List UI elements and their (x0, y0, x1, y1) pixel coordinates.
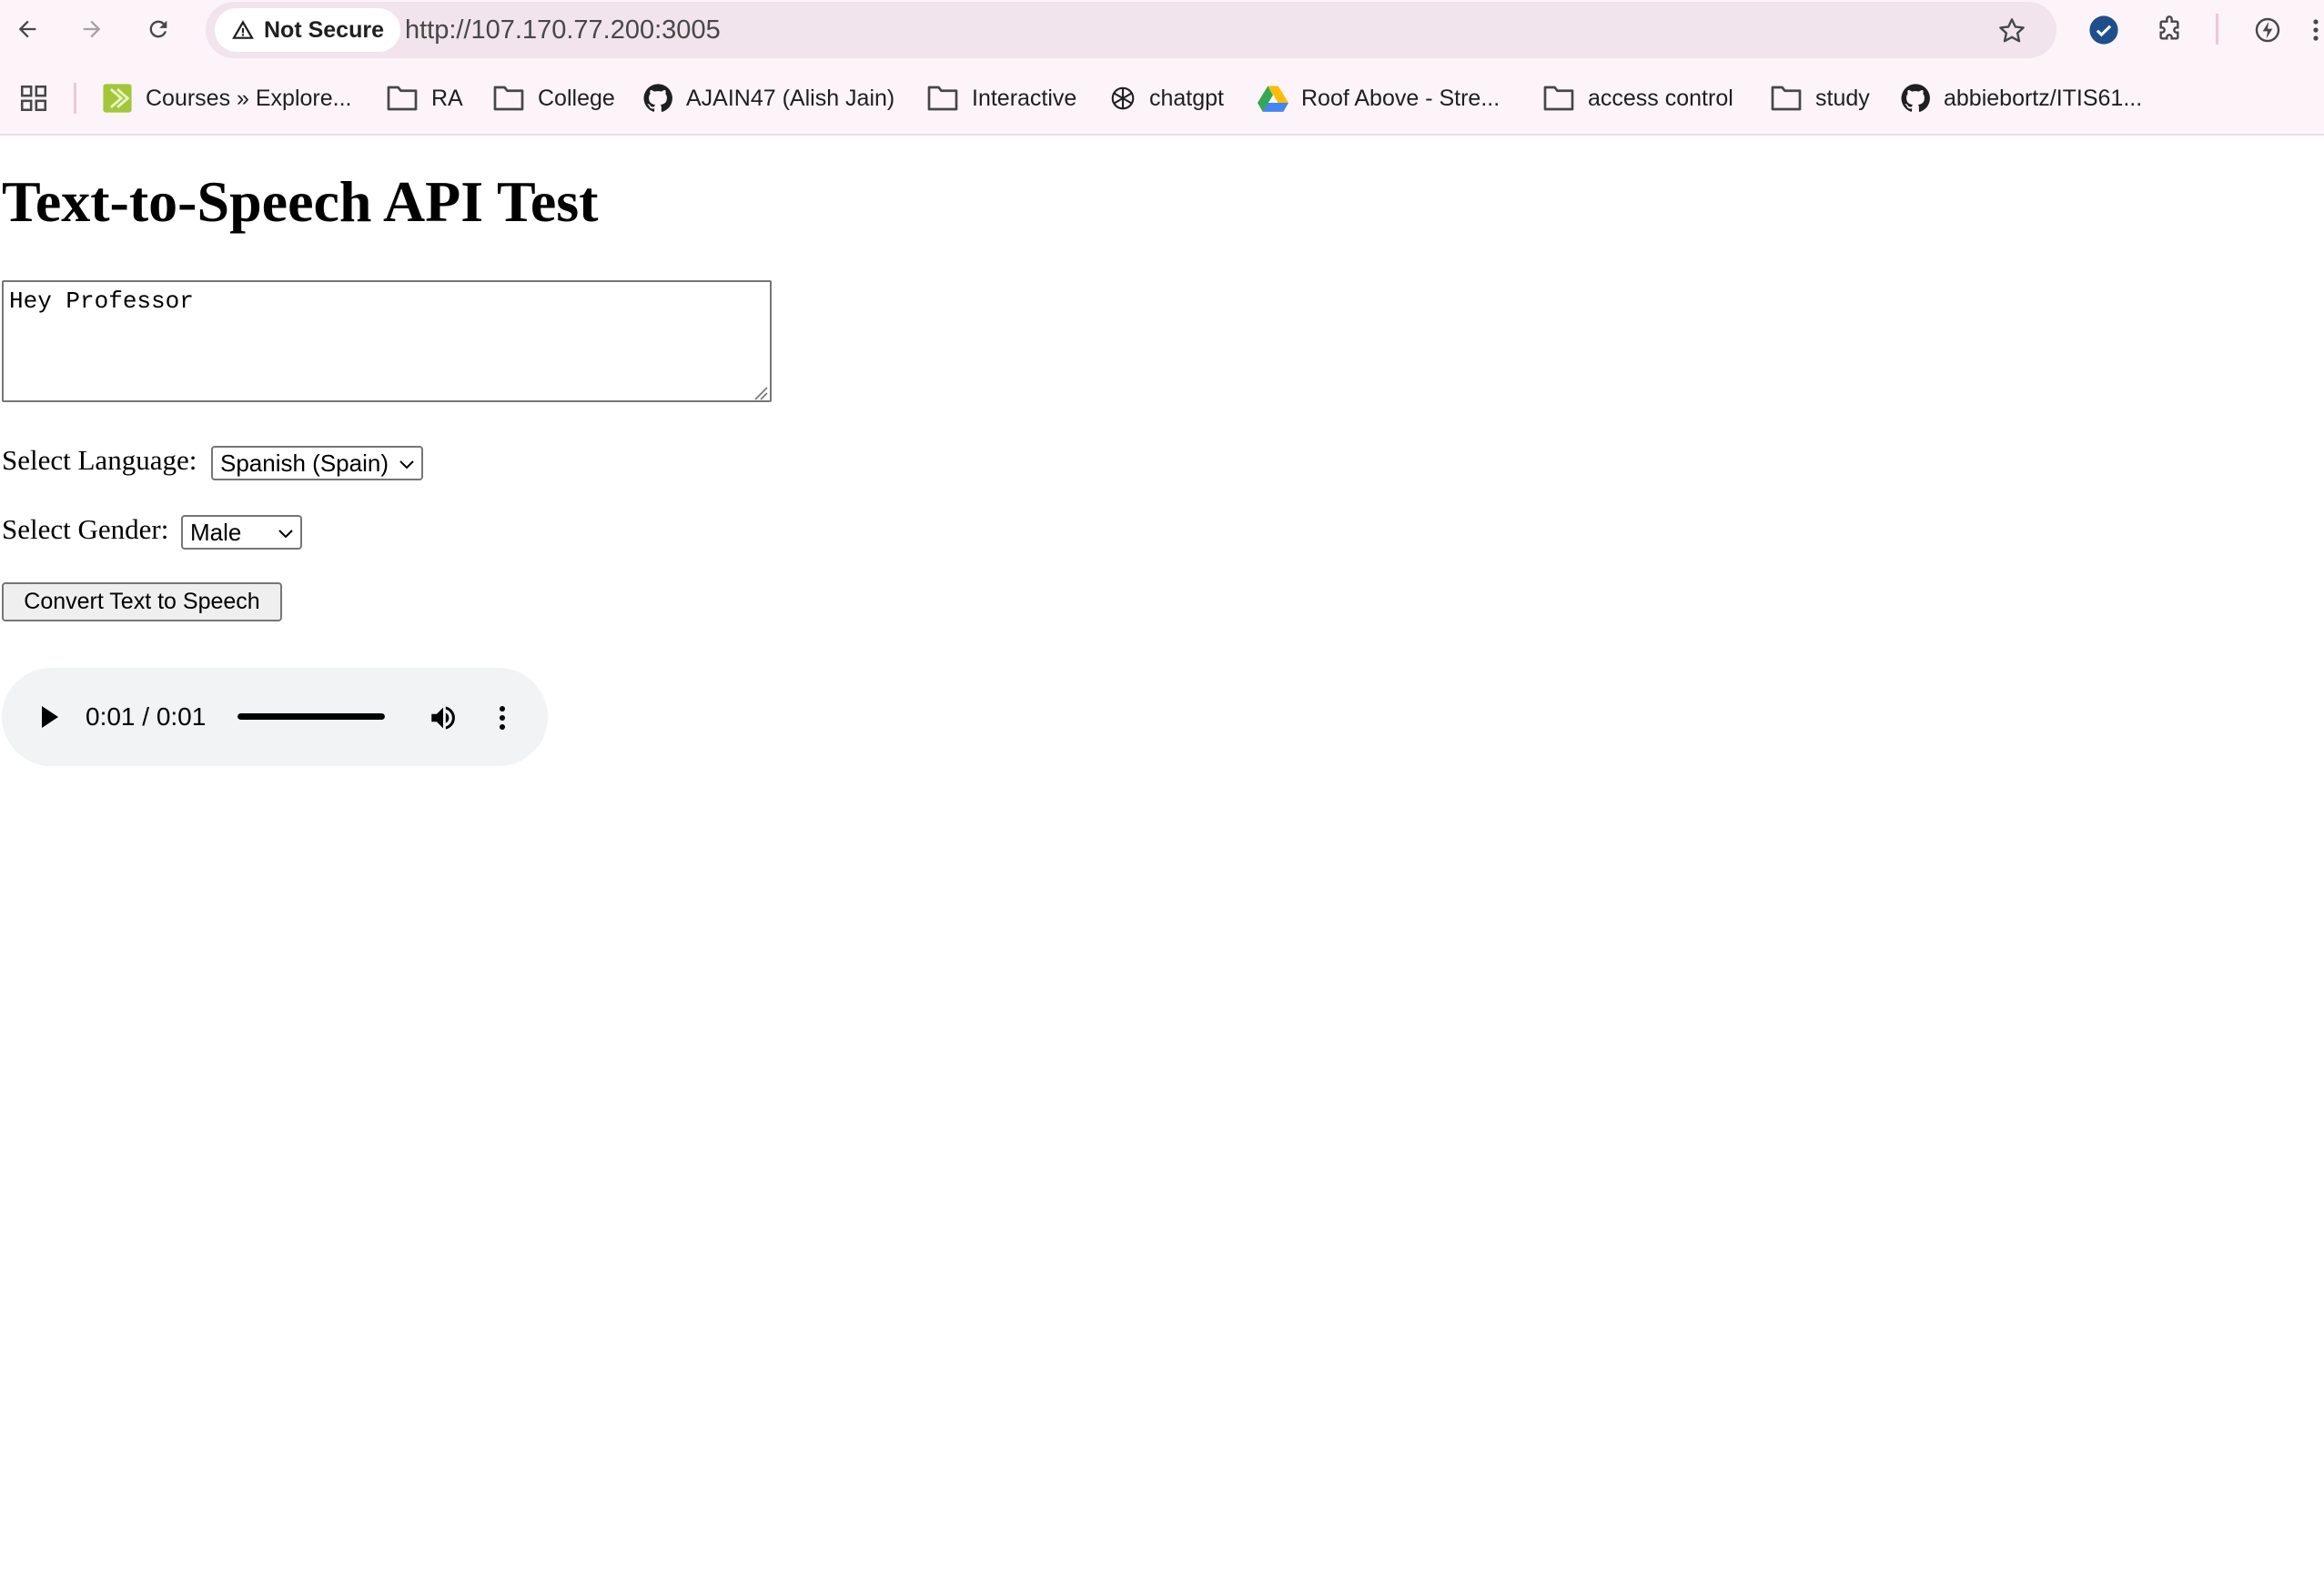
github-icon (643, 84, 672, 112)
play-icon (42, 706, 58, 728)
bookmark-label: chatgpt (1149, 85, 1225, 111)
warning-icon (232, 20, 254, 39)
bookmark-label: College (538, 85, 615, 111)
more-vertical-icon (500, 706, 505, 730)
url-text[interactable]: http://107.170.77.200:3005 (405, 15, 721, 45)
gender-label: Select Gender: (2, 513, 169, 545)
security-chip[interactable]: Not Secure (215, 8, 400, 52)
audio-progress-slider[interactable] (237, 713, 385, 720)
folder-icon (387, 86, 418, 111)
bookmark-chatgpt[interactable]: chatgpt (1109, 79, 1224, 117)
apps-grid-icon (20, 85, 47, 112)
security-label: Not Secure (264, 16, 384, 43)
courses-favicon-icon (103, 84, 132, 113)
volume-button[interactable] (426, 701, 460, 735)
profile-check-icon (2089, 15, 2118, 45)
gender-select-value: Male (190, 518, 242, 546)
forward-button[interactable] (74, 11, 110, 47)
bookmark-access-control[interactable]: access control (1542, 79, 1733, 117)
github-icon (1901, 84, 1930, 112)
bookmark-label: study (1815, 85, 1870, 111)
profile-extension-button[interactable] (2084, 10, 2124, 50)
language-select[interactable]: Spanish (Spain) (211, 446, 423, 480)
address-bar[interactable]: Not Secure http://107.170.77.200:3005 (206, 2, 2056, 58)
gender-select[interactable]: Male (181, 515, 302, 550)
bookmark-label: Interactive (972, 85, 1077, 111)
folder-icon (927, 86, 958, 111)
volume-icon (431, 706, 455, 730)
play-button[interactable] (33, 701, 66, 733)
convert-button[interactable]: Convert Text to Speech (2, 582, 282, 621)
bookmark-star-button[interactable] (1992, 11, 2032, 51)
openai-icon (1111, 86, 1135, 110)
resize-grip-icon[interactable] (752, 384, 768, 400)
bookmark-label: RA (431, 85, 463, 111)
google-drive-icon (1258, 86, 1288, 112)
bookmark-college[interactable]: College (492, 79, 615, 117)
extensions-puzzle-icon (2159, 15, 2179, 40)
audio-more-button[interactable] (487, 701, 518, 735)
page-title: Text-to-Speech API Test (2, 169, 599, 234)
performance-button[interactable] (2248, 10, 2288, 50)
language-select-value: Spanish (Spain) (220, 449, 389, 477)
folder-icon (1543, 86, 1574, 111)
reload-icon (149, 20, 167, 38)
bookmarks-bar: Courses » Explore... RA College AJAIN47 … (0, 59, 2324, 136)
forward-arrow-icon (83, 20, 101, 38)
reload-button[interactable] (140, 11, 177, 47)
folder-icon (1771, 86, 1802, 111)
menu-icon (2313, 19, 2319, 41)
chevron-down-icon (399, 460, 414, 469)
bookmark-roof-above[interactable]: Roof Above - Stre... (1258, 79, 1500, 117)
bookmark-label: Roof Above - Stre... (1301, 85, 1500, 111)
back-button[interactable] (9, 11, 45, 47)
bookmark-ra[interactable]: RA (386, 79, 463, 117)
bookmark-label: Courses » Explore... (146, 85, 352, 111)
bookmarks-separator (74, 83, 76, 114)
audio-time: 0:01 / 0:01 (86, 702, 207, 731)
menu-button[interactable] (2308, 10, 2324, 50)
extensions-button[interactable] (2149, 10, 2189, 50)
tts-text-input[interactable]: Hey Professor (2, 280, 772, 402)
bookmark-label: abbiebortz/ITIS61... (1944, 85, 2143, 111)
chevron-down-icon (278, 530, 293, 539)
performance-icon (2255, 17, 2280, 43)
bookmark-interactive[interactable]: Interactive (926, 79, 1076, 117)
bookmark-label: AJAIN47 (Alish Jain) (686, 85, 895, 111)
audio-progress-fill (237, 713, 385, 720)
bookmark-label: access control (1588, 85, 1733, 111)
browser-toolbar: Not Secure http://107.170.77.200:3005 (0, 0, 2324, 59)
bookmark-github-ajain47[interactable]: AJAIN47 (Alish Jain) (642, 79, 894, 117)
apps-button[interactable] (18, 83, 49, 114)
bookmark-courses[interactable]: Courses » Explore... (102, 79, 352, 117)
toolbar-separator (2216, 14, 2218, 45)
folder-icon (493, 86, 524, 111)
bookmark-study[interactable]: study (1770, 79, 1870, 117)
bookmark-github-abbiebortz[interactable]: abbiebortz/ITIS61... (1900, 79, 2142, 117)
language-label: Select Language: (2, 444, 197, 476)
star-icon (1999, 18, 2025, 43)
back-arrow-icon (18, 20, 36, 38)
audio-player: 0:01 / 0:01 (2, 668, 548, 766)
